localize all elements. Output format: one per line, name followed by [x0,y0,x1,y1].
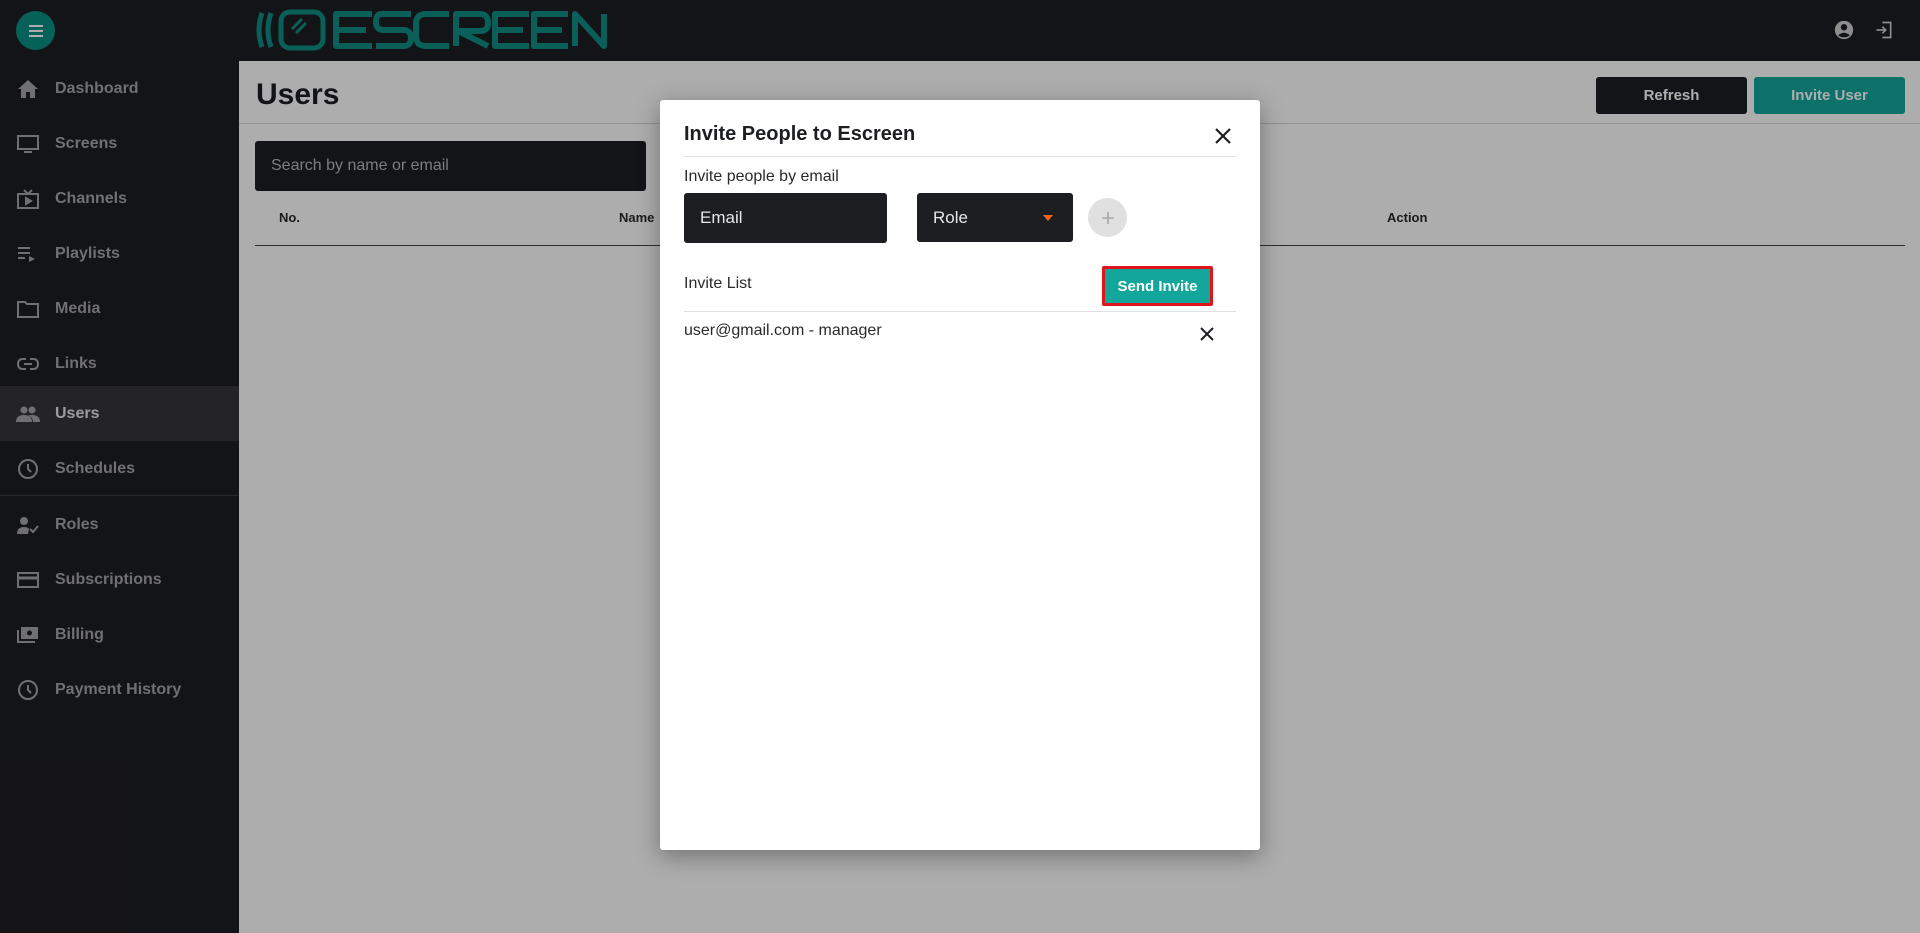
dialog-divider [684,156,1236,157]
email-field[interactable] [684,193,887,243]
role-select[interactable]: Role [917,193,1073,242]
close-button[interactable] [1211,124,1235,148]
close-icon [1200,327,1214,341]
invite-dialog: Invite People to Escreen Invite people b… [660,100,1260,850]
plus-icon [1101,211,1114,224]
close-icon [1215,128,1231,144]
invite-by-email-label: Invite people by email [684,168,839,185]
dialog-title: Invite People to Escreen [684,123,916,145]
invite-list-item: user@gmail.com - manager [684,322,882,339]
role-select-value: Role [933,207,968,227]
send-invite-button[interactable]: Send Invite [1102,266,1213,306]
caret-down-icon [1043,215,1053,221]
invite-list-divider [684,311,1236,312]
invite-list-label: Invite List [684,275,752,292]
remove-invite-button[interactable] [1195,322,1219,346]
add-invite-button[interactable] [1088,198,1127,237]
